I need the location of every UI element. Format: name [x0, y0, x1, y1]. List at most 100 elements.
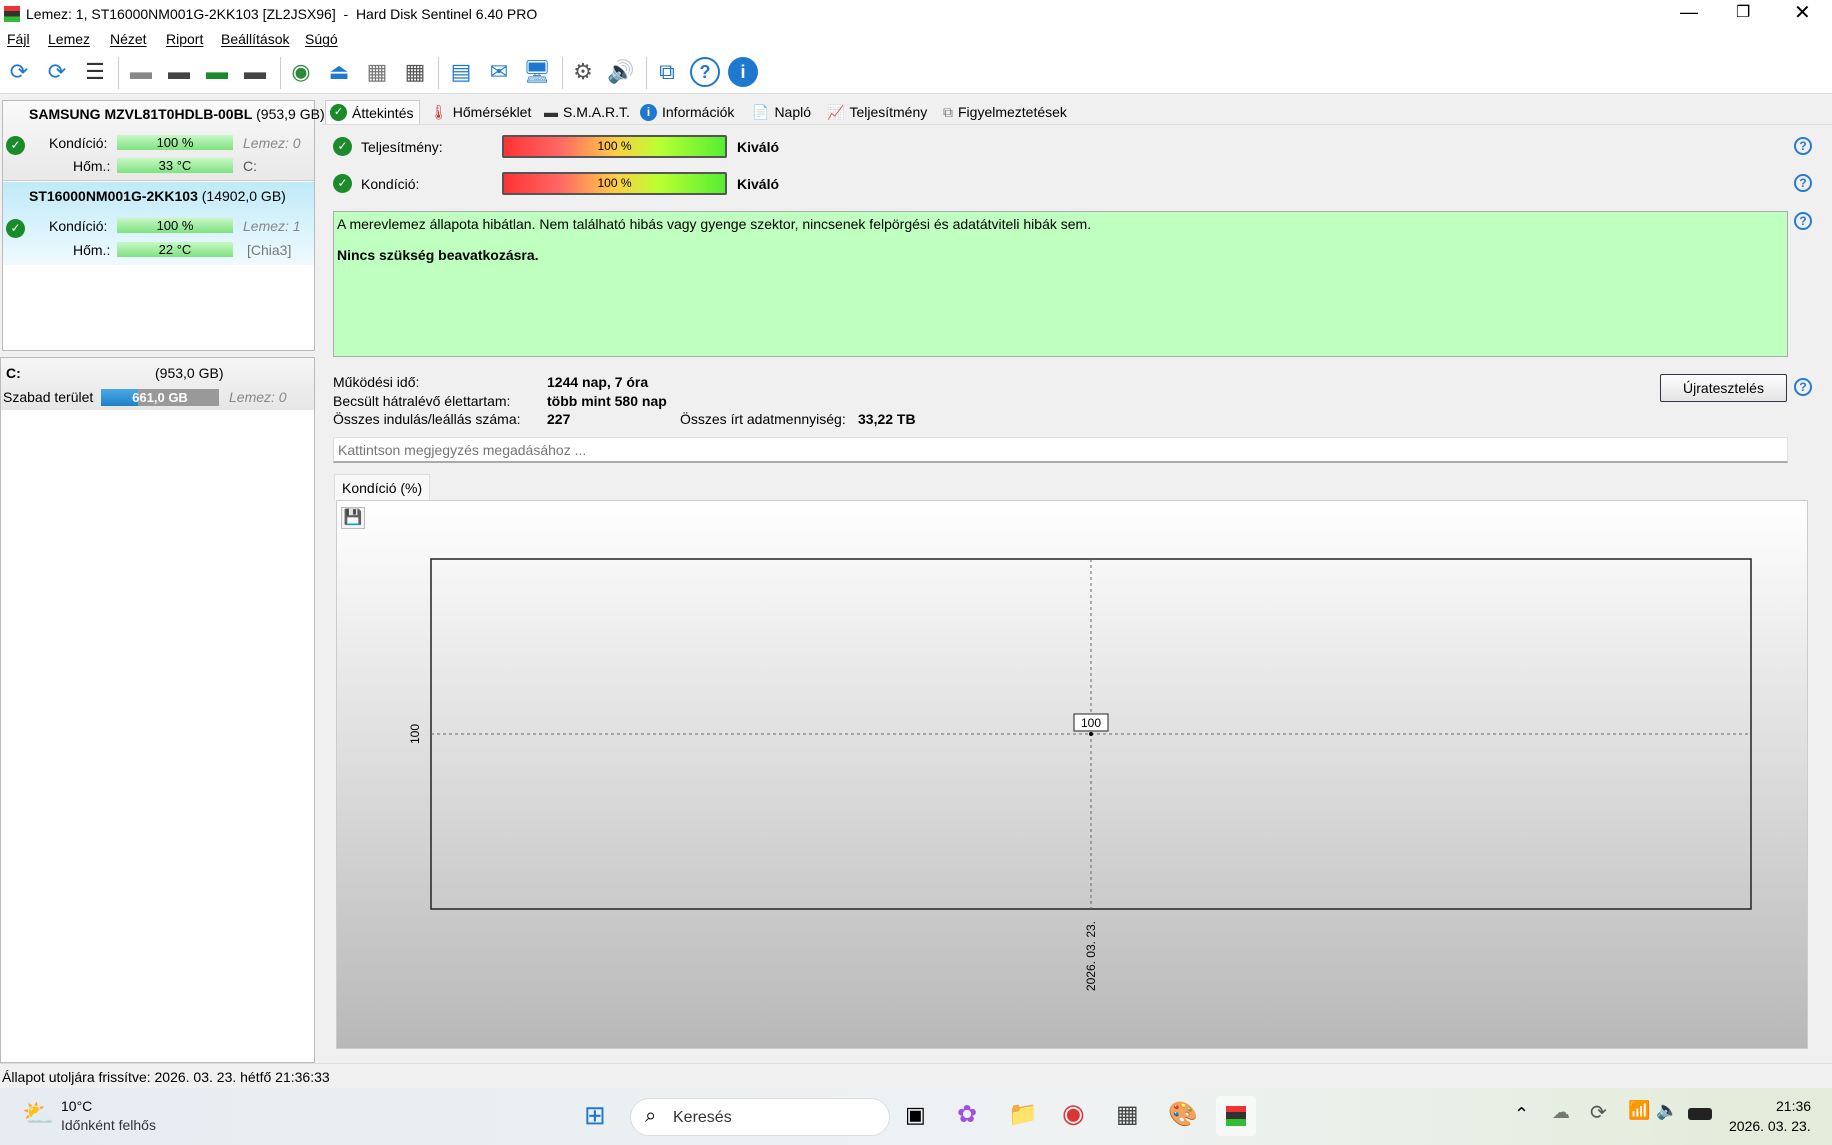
- chevron-up-icon[interactable]: ⌃: [1514, 1104, 1529, 1125]
- help-icon[interactable]: ?: [1794, 174, 1812, 192]
- tab-log[interactable]: 📄 Napló: [748, 100, 817, 124]
- condition-label: Kondíció:: [361, 176, 420, 192]
- tab-label: Hőmérséklet: [452, 104, 532, 120]
- start-stop-label: Összes indulás/leállás száma:: [333, 411, 521, 427]
- disk-item[interactable]: SAMSUNG MZVL81T0HDLB-00BL (953,9 GB) ✓ K…: [3, 101, 325, 181]
- copilot-icon[interactable]: ✿: [957, 1100, 977, 1129]
- free-space-bar: 661,0 GB: [101, 389, 219, 406]
- tab-label: Áttekintés: [352, 104, 414, 121]
- tab-temperature[interactable]: 🌡 Hőmérséklet: [426, 100, 537, 124]
- disk-globe-icon[interactable]: ◉: [286, 57, 316, 87]
- sound-icon[interactable]: 🔊: [606, 57, 636, 87]
- disk-list-icon[interactable]: ☰: [80, 57, 110, 87]
- tab-overview[interactable]: ✓ Áttekintés: [325, 100, 421, 124]
- disk-tools-icon[interactable]: ▦: [362, 57, 392, 87]
- uptime-value: 1244 nap, 7 óra: [547, 374, 649, 390]
- total-written-value: 33,22 TB: [858, 411, 916, 427]
- title-bar: Lemez: 1, ST16000NM001G-2KK103 [ZL2JSX96…: [0, 0, 1832, 28]
- performance-rating: Kiváló: [737, 139, 780, 155]
- task-view-icon[interactable]: ▣: [905, 1102, 926, 1128]
- help-icon[interactable]: ?: [1794, 137, 1812, 155]
- start-icon[interactable]: ⊞: [584, 1100, 614, 1130]
- refresh-warning-icon[interactable]: ⟳: [42, 57, 72, 87]
- temp-bar: 22 °C: [117, 242, 233, 257]
- tab-alerts[interactable]: ⧉ Figyelmeztetések: [939, 100, 1073, 124]
- help-icon[interactable]: ?: [1794, 212, 1812, 230]
- partition-item[interactable]: C: (953,0 GB) Szabad terület 661,0 GB Le…: [1, 358, 314, 410]
- search-icon: ⌕: [645, 1105, 657, 1127]
- clock-date[interactable]: 2026. 03. 23.: [1729, 1118, 1811, 1134]
- report-icon[interactable]: ▤: [446, 57, 476, 87]
- close-button[interactable]: ✕: [1794, 0, 1811, 25]
- menu-view[interactable]: Nézet: [110, 31, 147, 47]
- info-icon[interactable]: i: [728, 57, 758, 87]
- paint-icon[interactable]: 🎨: [1168, 1100, 1198, 1129]
- search-box[interactable]: ⌕ Keresés: [630, 1098, 890, 1136]
- menu-report[interactable]: Riport: [166, 31, 203, 47]
- menu-settings[interactable]: Beállítások: [221, 31, 289, 47]
- note-input[interactable]: [333, 437, 1788, 463]
- disk-list: SAMSUNG MZVL81T0HDLB-00BL (953,9 GB) ✓ K…: [2, 100, 325, 351]
- weather-temp[interactable]: 10°C: [61, 1098, 92, 1114]
- status-message-box: A merevlemez állapota hibátlan. Nem talá…: [333, 211, 1788, 357]
- retest-button[interactable]: Újratesztelés: [1660, 374, 1787, 402]
- disk-search-icon[interactable]: ▬: [240, 57, 270, 87]
- performance-label: Teljesítmény:: [361, 139, 443, 155]
- menu-file[interactable]: Fájl: [7, 31, 30, 47]
- condition-rating: Kiváló: [737, 176, 780, 192]
- disk-index: Lemez: 0: [243, 135, 301, 151]
- calculator-icon[interactable]: ▦: [1116, 1100, 1139, 1129]
- volume-icon[interactable]: 🔈: [1656, 1100, 1678, 1121]
- chrome-icon[interactable]: ◉: [1062, 1098, 1085, 1129]
- disk-eject-icon[interactable]: ⏏: [324, 57, 354, 87]
- tab-label: S.M.A.R.T.: [563, 104, 630, 120]
- disk-backup-icon[interactable]: ▦: [400, 57, 430, 87]
- data-label: 100: [1081, 716, 1101, 730]
- tab-performance[interactable]: 📈 Teljesítmény: [823, 100, 933, 124]
- disk-schedule-icon[interactable]: ▬: [164, 57, 194, 87]
- tab-information[interactable]: i Információk: [636, 100, 740, 124]
- screenshot-icon[interactable]: ⧉: [652, 57, 682, 87]
- weather-text[interactable]: Időnként felhős: [61, 1117, 156, 1133]
- tab-condition-chart[interactable]: Kondíció (%): [334, 474, 431, 501]
- free-space-label: Szabad terület: [3, 389, 94, 405]
- app-icon: [4, 6, 20, 22]
- search-placeholder: Keresés: [673, 1109, 732, 1126]
- menu-bar: Fájl Lemez Nézet Riport Beállítások Súgó: [0, 28, 1832, 51]
- performance-bar: 100 %: [502, 135, 727, 158]
- battery-icon[interactable]: [1688, 1108, 1712, 1120]
- gear-icon[interactable]: ⚙: [568, 57, 598, 87]
- disk-volume: C:: [243, 158, 257, 174]
- disk-name: ST16000NM001G-2KK103: [29, 188, 198, 204]
- weather-icon[interactable]: ⛅: [22, 1098, 54, 1129]
- clock-time[interactable]: 21:36: [1776, 1098, 1811, 1114]
- document-icon: 📄: [752, 104, 770, 120]
- disk-check-icon[interactable]: ▬: [202, 57, 232, 87]
- tab-smart[interactable]: ▬ S.M.A.R.T.: [540, 100, 636, 124]
- network-icon[interactable]: 🖥: [522, 57, 552, 87]
- file-explorer-icon[interactable]: 📁: [1008, 1100, 1038, 1129]
- onedrive-icon[interactable]: ☁: [1552, 1102, 1570, 1123]
- disk-item-selected[interactable]: ST16000NM001G-2KK103 (14902,0 GB) ✓ Kond…: [3, 182, 314, 265]
- disk-size: (953,9 GB): [256, 106, 325, 122]
- temp-label: Hőm.:: [73, 158, 111, 174]
- taskbar: ⛅ 10°C Időnként felhős ⊞ ⌕ Keresés ▣ ✿ 📁…: [0, 1088, 1832, 1145]
- minimize-button[interactable]: —: [1680, 2, 1698, 23]
- data-point: [1089, 732, 1093, 736]
- menu-help[interactable]: Súgó: [305, 31, 338, 47]
- menu-disk[interactable]: Lemez: [48, 31, 90, 47]
- thermometer-icon: 🌡: [430, 104, 448, 120]
- sync-icon[interactable]: ⟳: [1590, 1100, 1607, 1125]
- email-icon[interactable]: ✉: [484, 57, 514, 87]
- refresh-icon[interactable]: ⟳: [4, 57, 34, 87]
- last-updated: Állapot utoljára frissítve: 2026. 03. 23…: [2, 1069, 330, 1085]
- help-icon[interactable]: ?: [1794, 378, 1812, 396]
- x-tick-label: 2026. 03. 23.: [1084, 921, 1098, 991]
- hd-sentinel-taskbar-icon[interactable]: [1216, 1096, 1256, 1136]
- ok-check-icon: ✓: [333, 174, 352, 193]
- wifi-icon[interactable]: 📶: [1628, 1100, 1650, 1121]
- disk-sound-icon[interactable]: ▬: [126, 57, 156, 87]
- condition-bar: 100 %: [502, 172, 727, 195]
- help-icon[interactable]: ?: [690, 57, 720, 87]
- maximize-button[interactable]: ❐: [1736, 2, 1750, 22]
